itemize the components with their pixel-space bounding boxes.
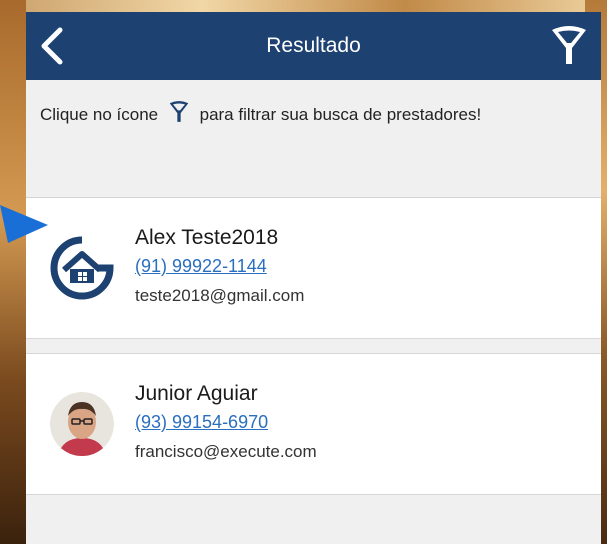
result-card[interactable]: Junior Aguiar (93) 99154-6970 francisco@… (26, 354, 601, 495)
chevron-left-icon (41, 27, 63, 65)
result-card[interactable]: Alex Teste2018 (91) 99922-1144 teste2018… (26, 198, 601, 339)
house-logo-icon (50, 236, 114, 300)
arrow-pointer-icon (0, 205, 48, 243)
background-left (0, 0, 26, 544)
background-top (0, 0, 607, 12)
result-phone-link[interactable]: (91) 99922-1144 (135, 256, 267, 277)
app-screen: Resultado Clique no ícone para filtrar s… (26, 12, 601, 544)
filter-hint: Clique no ícone para filtrar sua busca d… (26, 80, 601, 198)
filter-button[interactable] (549, 24, 589, 68)
result-email: teste2018@gmail.com (135, 286, 305, 305)
result-email: francisco@execute.com (135, 442, 317, 461)
person-photo (50, 392, 114, 456)
result-name: Junior Aguiar (135, 382, 258, 405)
funnel-icon (552, 26, 586, 64)
hint-text-after: para filtrar sua busca de prestadores! (199, 105, 482, 124)
funnel-icon (167, 100, 191, 124)
page-title: Resultado (266, 34, 361, 57)
back-button[interactable] (36, 26, 70, 66)
card-divider (26, 339, 601, 354)
result-phone-link[interactable]: (93) 99154-6970 (135, 412, 268, 433)
navbar: Resultado (26, 12, 601, 80)
result-name: Alex Teste2018 (135, 226, 279, 249)
hint-text-before: Clique no ícone (40, 105, 159, 124)
